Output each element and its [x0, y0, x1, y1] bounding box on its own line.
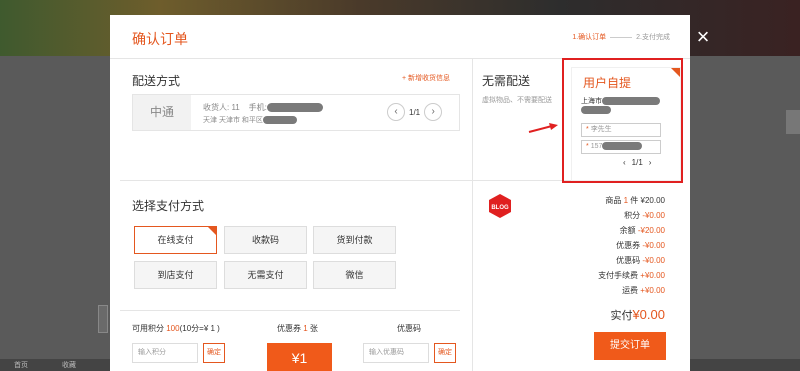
points-confirm-button[interactable]: 确定: [203, 343, 225, 363]
arrow-right-icon: [528, 123, 558, 133]
recipient-name: 收货人: 11: [203, 103, 240, 112]
coupon-unit: 张: [309, 324, 318, 333]
points-label: 可用积分 100(10分=¥ 1 ): [132, 323, 220, 334]
page-right-tab: [786, 110, 800, 134]
actual-payment: 实付¥0.00: [610, 307, 665, 323]
actual-label: 实付: [610, 310, 633, 322]
address-card[interactable]: 中通 收货人: 11 手机: 天津 天津市 和平区 ‹ 1/1 ›: [132, 94, 460, 131]
promo-code-input[interactable]: 输入优惠码: [363, 343, 429, 363]
recipient-phone-label: 手机:: [248, 103, 267, 112]
summary-row-label: 支付手续费: [598, 271, 639, 280]
summary-row: 支付手续费 +¥0.00: [598, 270, 665, 281]
coupon-label: 优惠券 1 张: [277, 323, 318, 334]
summary-row: 积分 -¥0.00: [624, 210, 665, 221]
summary-row-value: -¥0.00: [642, 256, 665, 265]
redacted-phone: [266, 103, 323, 113]
badge-text: BLOG: [491, 205, 509, 211]
pay-online-button[interactable]: 在线支付: [134, 226, 217, 254]
points-text: 可用积分: [132, 324, 164, 333]
close-icon[interactable]: ×: [694, 26, 712, 48]
payment-divider: [120, 310, 460, 311]
page-side-element: [98, 305, 108, 333]
summary-row-value: -¥0.00: [642, 211, 665, 220]
summary-row-label: 运费: [622, 286, 639, 295]
redacted-address: [262, 116, 297, 125]
shop-badge-icon: BLOG: [489, 194, 511, 218]
next-address-button[interactable]: ›: [424, 103, 443, 121]
pay-qrcode-button[interactable]: 收款码: [224, 226, 307, 254]
step-complete: 2.支付完成: [636, 34, 670, 41]
goods-count: 1: [623, 196, 629, 205]
pay-in-store-button[interactable]: 到店支付: [134, 261, 217, 289]
column-divider: [472, 59, 473, 371]
no-delivery-note: 虚拟物品、不需要配送: [482, 97, 552, 104]
no-delivery-title[interactable]: 无需配送: [482, 72, 530, 89]
summary-row: 余额 -¥20.00: [620, 225, 665, 236]
step-confirm: 1.确认订单: [572, 34, 607, 41]
submit-order-button[interactable]: 提交订单: [594, 332, 666, 360]
coupon-count: 1: [303, 324, 308, 333]
add-address-link[interactable]: + 新增收货信息: [402, 73, 450, 83]
highlight-frame: [562, 58, 683, 183]
pay-none-button[interactable]: 无需支付: [224, 261, 307, 289]
summary-row-label: 余额: [619, 226, 636, 235]
modal-title: 确认订单: [132, 31, 188, 47]
goods-label: 商品: [605, 196, 622, 205]
goods-value: ¥20.00: [640, 196, 665, 205]
summary-row-value: +¥0.00: [640, 286, 665, 295]
recipient-address: 天津 天津市 和平区: [203, 117, 263, 124]
summary-row-label: 积分: [624, 211, 641, 220]
payment-title: 选择支付方式: [132, 199, 205, 213]
points-input[interactable]: 输入积分: [132, 343, 198, 363]
summary-goods: 商品 1 件 ¥20.00: [605, 195, 665, 206]
coupon-text: 优惠券: [277, 324, 301, 333]
address-page-count: 1/1: [409, 107, 421, 117]
summary-row-label: 优惠码: [616, 256, 641, 265]
promo-confirm-button[interactable]: 确定: [434, 343, 456, 363]
points-value: 100: [166, 324, 180, 333]
pay-cod-button[interactable]: 货到付款: [313, 226, 396, 254]
coupon-tile[interactable]: ¥1: [267, 343, 332, 371]
prev-address-button[interactable]: ‹: [387, 103, 405, 121]
address-line: 天津 天津市 和平区: [203, 115, 297, 125]
summary-row-value: +¥0.00: [640, 271, 665, 280]
summary-row: 优惠码 -¥0.00: [616, 255, 665, 266]
points-rule: (10分=¥ 1 ): [179, 324, 220, 333]
footer-fav[interactable]: 收藏: [62, 360, 76, 370]
footer-home[interactable]: 首页: [14, 360, 28, 370]
summary-row-label: 优惠券: [616, 241, 641, 250]
goods-unit: 件: [630, 196, 639, 205]
recipient-line: 收货人: 11 手机:: [203, 102, 323, 113]
carrier-logo: 中通: [133, 95, 191, 130]
step-connector: [610, 36, 633, 38]
pay-wechat-button[interactable]: 微信: [313, 261, 396, 289]
summary-row-value: -¥20.00: [637, 226, 665, 235]
step-indicator: 1.确认订单 2.支付完成: [572, 32, 670, 42]
promo-label: 优惠码: [397, 324, 421, 333]
summary-row: 优惠券 -¥0.00: [616, 240, 665, 251]
address-pager: ‹ 1/1 ›: [387, 103, 443, 121]
modal-header: 确认订单 1.确认订单 2.支付完成: [110, 15, 690, 59]
delivery-title: 配送方式: [132, 74, 181, 88]
summary-row: 运费 +¥0.00: [622, 285, 665, 296]
actual-value: ¥0.00: [632, 307, 665, 322]
summary-row-value: -¥0.00: [642, 241, 665, 250]
